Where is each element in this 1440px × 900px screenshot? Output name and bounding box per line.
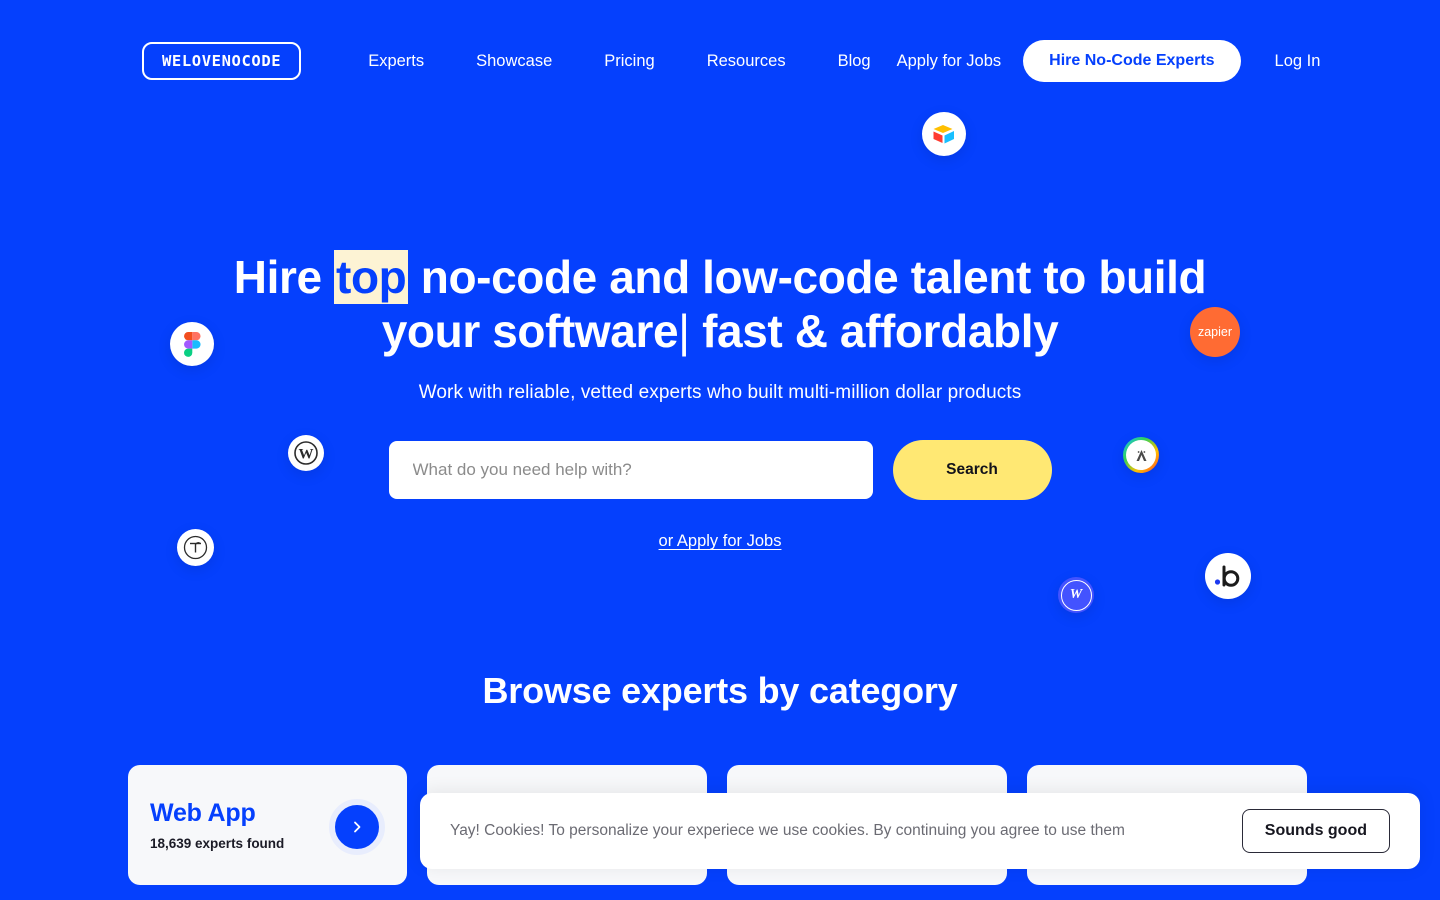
search-input[interactable] (388, 441, 873, 499)
log-in-link[interactable]: Log In (1275, 52, 1321, 71)
nav-experts[interactable]: Experts (368, 52, 450, 71)
header-actions: Apply for Jobs Hire No-Code Experts Log … (897, 40, 1321, 82)
cookie-accept-button[interactable]: Sounds good (1241, 809, 1390, 853)
nav-showcase[interactable]: Showcase (450, 52, 578, 71)
webflow-icon[interactable]: W (1058, 577, 1094, 613)
apply-for-jobs-link[interactable]: Apply for Jobs (897, 52, 1002, 71)
bubble-icon[interactable] (1205, 553, 1251, 599)
hero-line1-a: Hire (233, 251, 335, 303)
svg-text:W: W (299, 447, 314, 463)
figma-glyph (183, 331, 201, 357)
hero-line2-b: fast & affordably (689, 305, 1059, 357)
wordpress-glyph: W (294, 441, 318, 465)
hero-line2-a: your software (381, 305, 679, 357)
hero-line1-b: no-code and low-code talent to build (408, 251, 1207, 303)
zapier-icon[interactable]: zapier (1190, 307, 1240, 357)
or-apply-for-jobs-link[interactable]: or Apply for Jobs (659, 532, 782, 551)
logo[interactable]: WELOVENOCODE (142, 42, 302, 80)
hero-highlight-top: top (334, 250, 409, 304)
adalo-glyph (1126, 440, 1156, 470)
hire-no-code-experts-button[interactable]: Hire No-Code Experts (1023, 40, 1241, 82)
webflow-glyph: W (1060, 579, 1092, 611)
zapier-wordmark: zapier (1197, 325, 1233, 339)
bubble-glyph (1214, 565, 1240, 587)
nav-pricing[interactable]: Pricing (578, 52, 680, 71)
nav-resources[interactable]: Resources (681, 52, 812, 71)
site-header: WELOVENOCODE Experts Showcase Pricing Re… (0, 0, 1440, 122)
cookie-message: Yay! Cookies! To personalize your experi… (450, 822, 1125, 839)
adalo-a-glyph (1136, 449, 1146, 461)
primary-nav: Experts Showcase Pricing Resources Blog (368, 52, 896, 71)
browse-categories-title: Browse experts by category (482, 670, 958, 711)
figma-icon[interactable] (170, 322, 214, 366)
wordpress-icon[interactable]: W (288, 435, 324, 471)
tilda-glyph (183, 535, 208, 560)
airtable-glyph (933, 124, 954, 143)
nav-blog[interactable]: Blog (812, 52, 897, 71)
tilda-icon[interactable] (177, 529, 214, 566)
search-button[interactable]: Search (892, 440, 1052, 500)
search-bar: Search (0, 440, 1440, 500)
chevron-right-icon (354, 821, 361, 833)
cookie-banner: Yay! Cookies! To personalize your experi… (420, 793, 1420, 869)
hero-subtitle: Work with reliable, vetted experts who b… (418, 382, 1022, 403)
category-next-button[interactable] (329, 799, 385, 855)
airtable-icon[interactable] (922, 112, 966, 156)
category-card-web-app[interactable]: Web App 18,639 experts found (128, 765, 407, 885)
adalo-icon[interactable] (1123, 437, 1159, 473)
typing-caret: | (678, 305, 690, 357)
